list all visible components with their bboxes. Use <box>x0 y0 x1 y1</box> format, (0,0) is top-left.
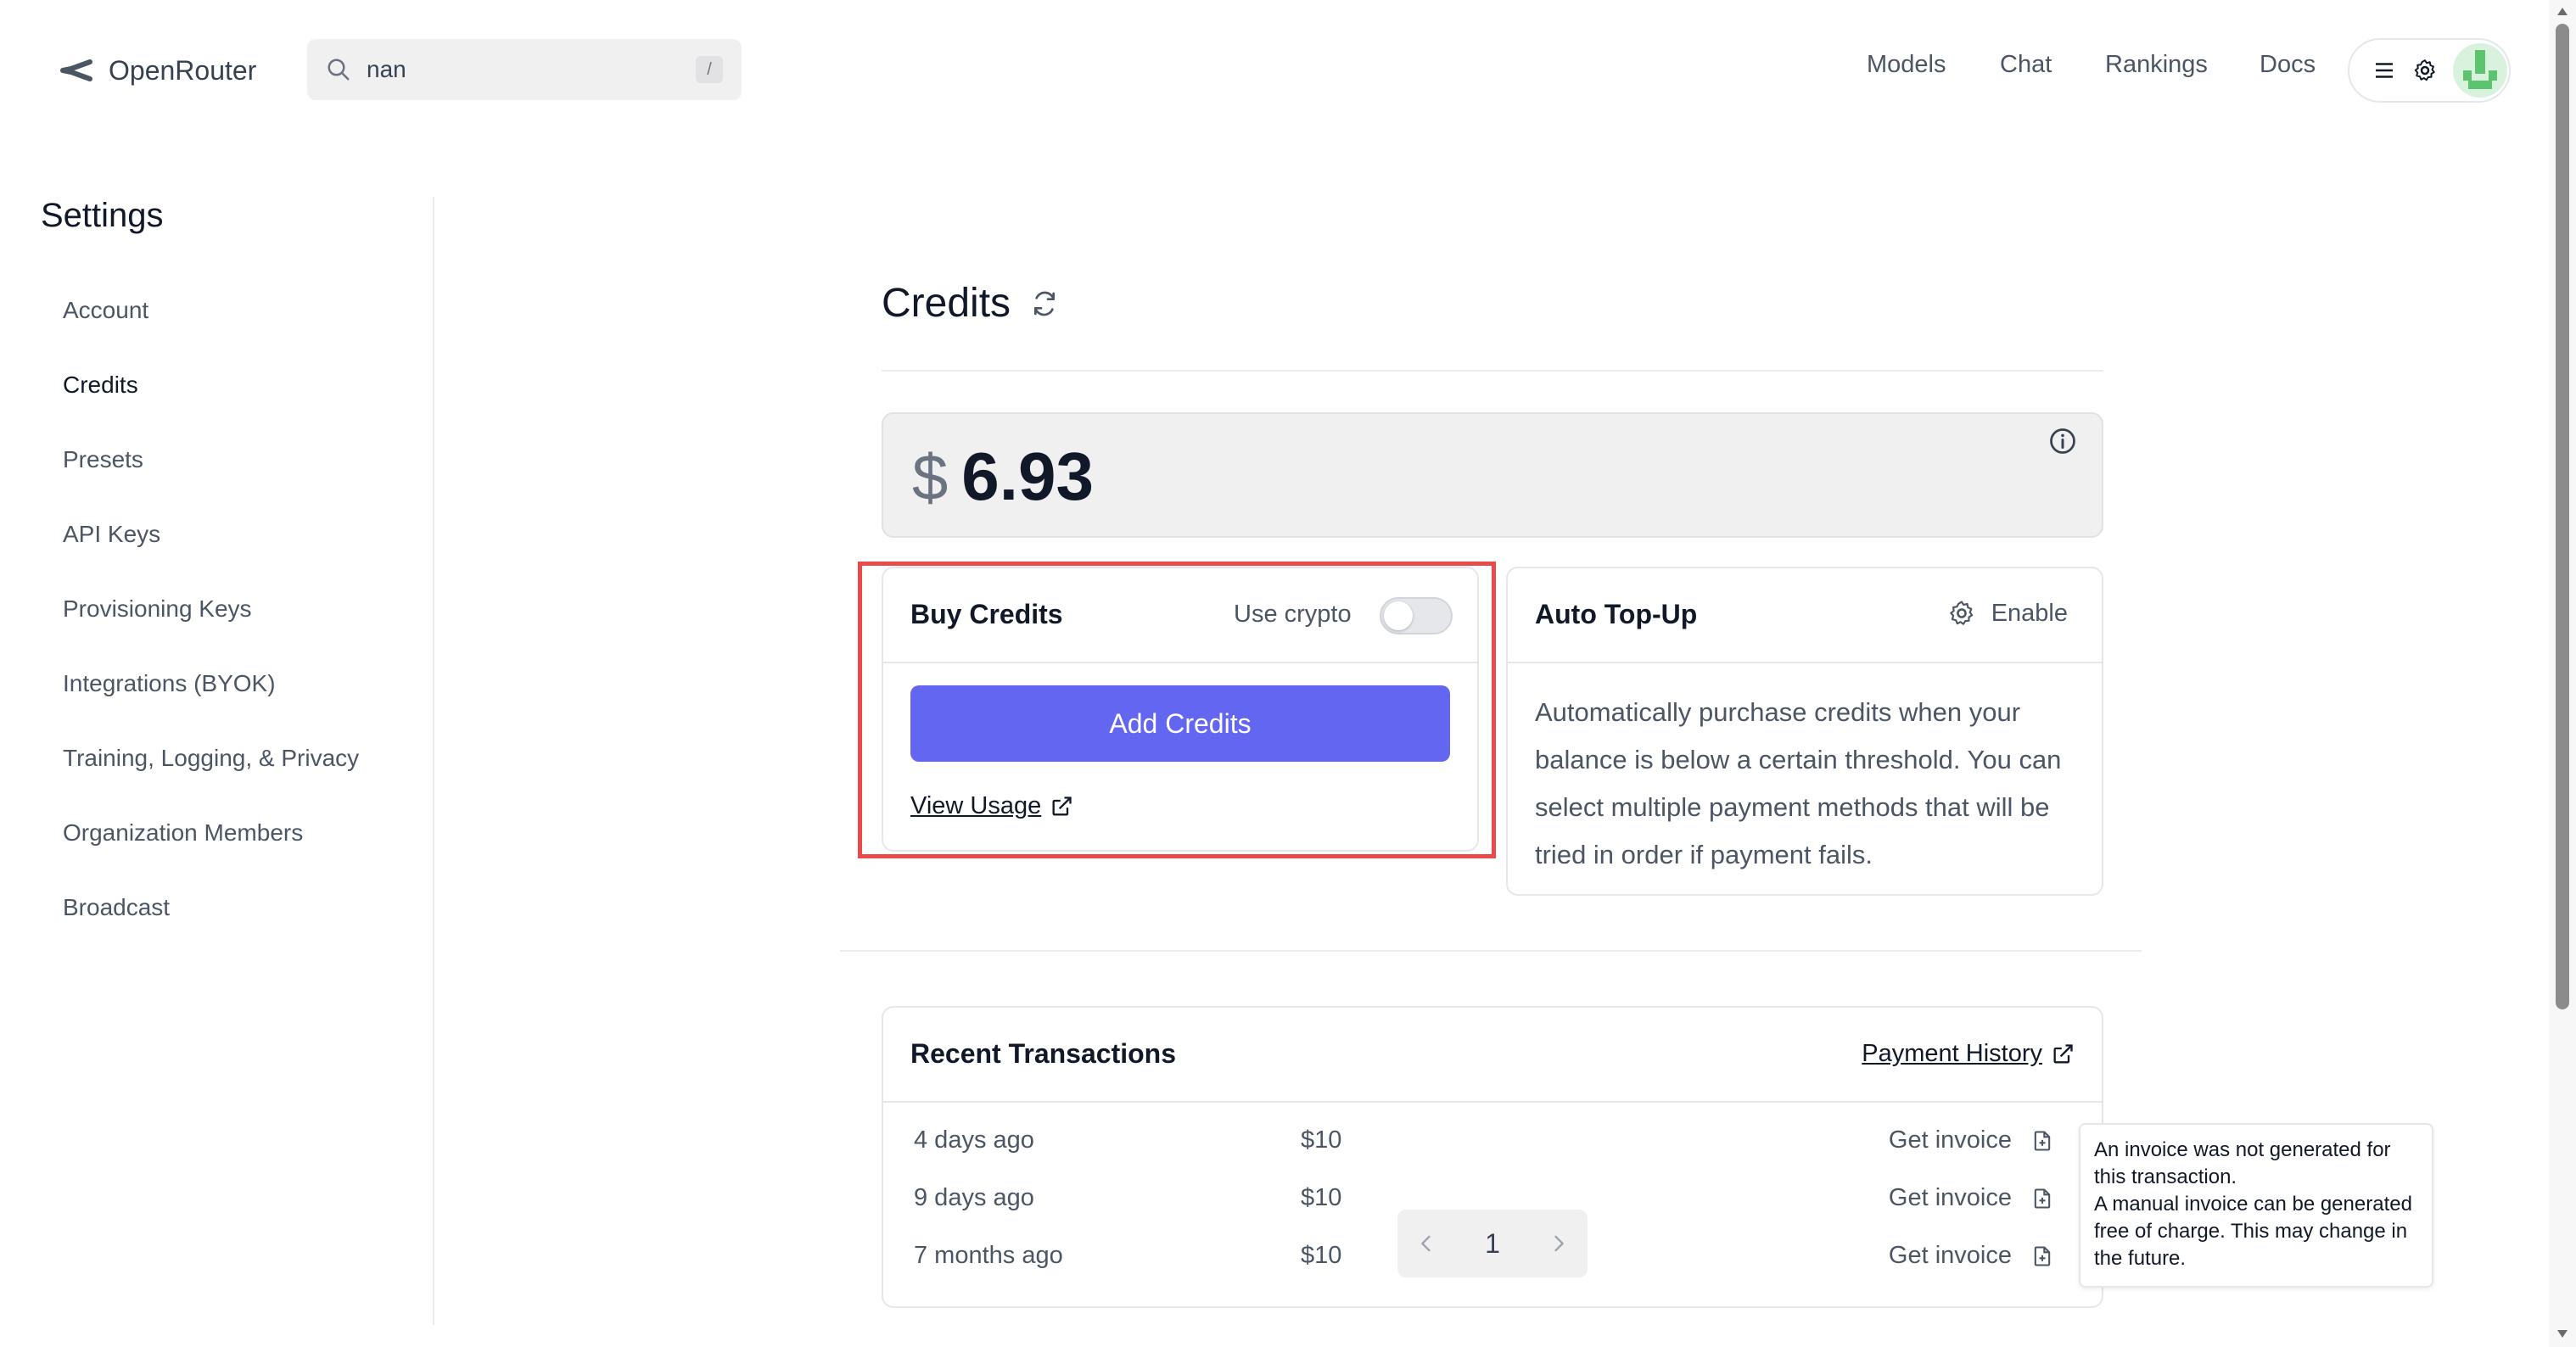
use-crypto-toggle[interactable] <box>1380 597 1453 634</box>
tooltip-line-2: A manual invoice can be generated free o… <box>2094 1193 2412 1270</box>
section-divider <box>840 950 2142 952</box>
gear-icon <box>1949 601 1973 625</box>
avatar-pattern-icon <box>2463 50 2497 89</box>
nav-rankings[interactable]: Rankings <box>2105 51 2208 88</box>
info-icon[interactable] <box>2047 426 2078 456</box>
scroll-up-arrow-icon[interactable] <box>2554 3 2571 20</box>
external-link-icon <box>1052 796 1072 815</box>
user-menu-pill[interactable] <box>2348 38 2511 103</box>
tooltip-line-1: An invoice was not generated for this tr… <box>2094 1138 2391 1188</box>
use-crypto-label: Use crypto <box>1234 601 1352 628</box>
openrouter-logo-icon <box>60 59 92 81</box>
page-title-text: Credits <box>882 281 1011 326</box>
get-invoice-label: Get invoice <box>1888 1184 2012 1211</box>
chevron-left-icon[interactable] <box>1414 1232 1438 1255</box>
brand-logo[interactable]: OpenRouter <box>59 49 256 92</box>
transaction-amount: $10 <box>1301 1126 1342 1154</box>
get-invoice-button[interactable]: Get invoice <box>1889 1242 2054 1270</box>
nav-models[interactable]: Models <box>1867 51 1946 88</box>
sidebar-item-credits[interactable]: Credits <box>63 372 138 399</box>
sidebar-item-api-keys[interactable]: API Keys <box>63 521 160 548</box>
search-icon <box>328 59 350 81</box>
title-divider <box>882 370 2103 372</box>
sidebar-item-presets[interactable]: Presets <box>63 446 143 473</box>
auto-topup-title: Auto Top-Up <box>1535 599 1698 629</box>
transactions-title: Recent Transactions <box>910 1038 1176 1069</box>
transaction-date: 7 months ago <box>914 1242 1063 1269</box>
transaction-date: 4 days ago <box>914 1126 1034 1154</box>
nav-docs[interactable]: Docs <box>2260 51 2316 88</box>
payment-history-label: Payment History <box>1862 1040 2042 1067</box>
enable-auto-topup-button[interactable]: Enable <box>1947 599 2068 628</box>
top-header: OpenRouter / Models Chat Rankings Docs <box>0 0 2545 141</box>
external-link-icon <box>2053 1043 2073 1063</box>
gear-icon[interactable] <box>2412 58 2438 83</box>
auto-topup-header: Auto Top-Up Enable <box>1508 568 2102 663</box>
balance-value: $ 6.93 <box>912 438 1094 516</box>
chevron-right-icon[interactable] <box>1547 1232 1571 1255</box>
get-invoice-button[interactable]: Get invoice <box>1889 1126 2054 1154</box>
file-plus-icon <box>2034 1188 2051 1209</box>
currency-symbol: $ <box>912 442 949 514</box>
nav-chat[interactable]: Chat <box>2000 51 2052 88</box>
settings-title: Settings <box>41 197 164 234</box>
transaction-amount: $10 <box>1301 1242 1342 1269</box>
sidebar-item-provisioning-keys[interactable]: Provisioning Keys <box>63 595 252 623</box>
refresh-icon[interactable] <box>1031 290 1058 317</box>
buy-credits-header: Buy Credits Use crypto <box>883 568 1477 663</box>
balance-amount: 6.93 <box>961 439 1094 514</box>
buy-credits-title: Buy Credits <box>910 599 1063 629</box>
auto-topup-description: Automatically purchase credits when your… <box>1535 697 2062 869</box>
sidebar-item-privacy[interactable]: Training, Logging, & Privacy <box>63 745 359 772</box>
sidebar-item-integrations[interactable]: Integrations (BYOK) <box>63 670 276 697</box>
current-page: 1 <box>1485 1227 1500 1259</box>
enable-label: Enable <box>1991 599 2068 627</box>
get-invoice-label: Get invoice <box>1888 1126 2012 1154</box>
settings-sidebar: Settings Account Credits Presets API Key… <box>0 197 434 1325</box>
sidebar-item-broadcast[interactable]: Broadcast <box>63 894 170 921</box>
scrollbar-thumb[interactable] <box>2556 24 2569 1009</box>
search-shortcut-badge: / <box>696 56 723 83</box>
invoice-tooltip: An invoice was not generated for this tr… <box>2079 1123 2433 1288</box>
page-scrollbar[interactable] <box>2549 0 2576 1347</box>
file-plus-icon <box>2034 1245 2051 1266</box>
balance-box: $ 6.93 <box>882 412 2103 538</box>
auto-topup-card: Auto Top-Up Enable Automatically purchas… <box>1506 567 2103 896</box>
menu-icon[interactable] <box>2372 58 2397 83</box>
page-title: Credits <box>882 280 1058 327</box>
transactions-header: Recent Transactions Payment History <box>883 1008 2102 1103</box>
get-invoice-label: Get invoice <box>1888 1242 2012 1269</box>
search-input[interactable] <box>367 56 696 83</box>
brand-name: OpenRouter <box>109 54 257 86</box>
view-usage-label: View Usage <box>910 792 1042 819</box>
scroll-down-arrow-icon[interactable] <box>2554 1325 2571 1342</box>
sidebar-item-organization-members[interactable]: Organization Members <box>63 819 303 847</box>
sidebar-item-account[interactable]: Account <box>63 297 148 324</box>
transaction-amount: $10 <box>1301 1184 1342 1211</box>
file-plus-icon <box>2034 1130 2051 1151</box>
search-box[interactable]: / <box>307 39 742 100</box>
get-invoice-button[interactable]: Get invoice <box>1889 1184 2054 1212</box>
transaction-date: 9 days ago <box>914 1184 1034 1211</box>
toggle-knob <box>1384 601 1413 630</box>
pagination: 1 <box>1397 1210 1588 1277</box>
payment-history-link[interactable]: Payment History <box>1862 1040 2075 1068</box>
avatar[interactable] <box>2453 43 2507 98</box>
add-credits-button[interactable]: Add Credits <box>910 685 1450 762</box>
buy-credits-card: Buy Credits Use crypto Add Credits View … <box>882 567 1479 852</box>
transaction-row: 4 days ago $10 Get invoice <box>883 1120 2102 1167</box>
view-usage-link[interactable]: View Usage <box>910 792 1073 820</box>
